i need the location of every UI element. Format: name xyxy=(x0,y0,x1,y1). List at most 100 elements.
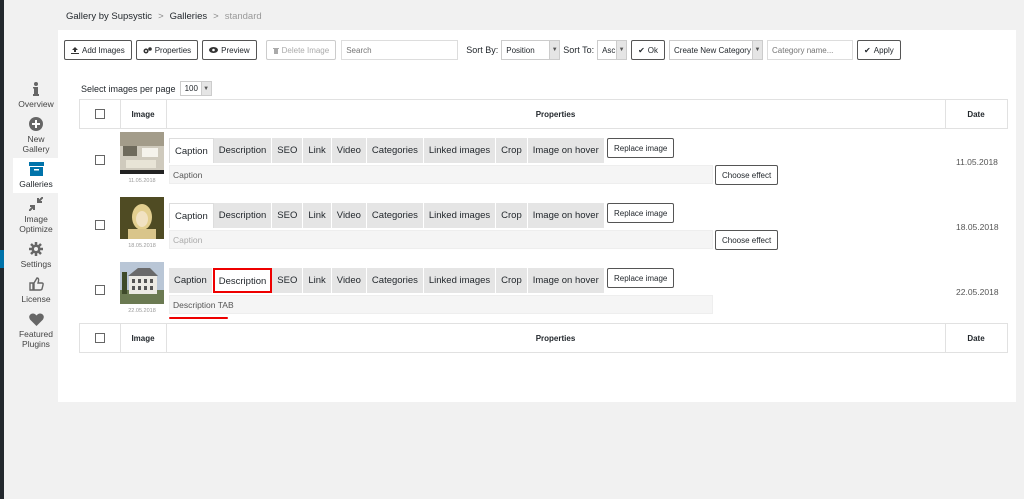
property-tabs: Caption Description SEO Link Video Categ… xyxy=(169,268,605,293)
check-icon: ✔ xyxy=(638,45,645,55)
info-icon xyxy=(28,81,44,97)
tab-image-on-hover[interactable]: Image on hover xyxy=(528,268,605,293)
sidebar-item-image-optimize[interactable]: Image Optimize xyxy=(13,193,59,238)
properties-label: Properties xyxy=(154,45,192,55)
image-thumbnail[interactable] xyxy=(120,197,164,239)
add-images-button[interactable]: Add Images xyxy=(64,40,132,60)
ok-label: Ok xyxy=(647,45,659,55)
thumbnail-date: 18.05.2018 xyxy=(128,243,156,249)
check-icon: ✔ xyxy=(864,45,871,55)
tab-crop[interactable]: Crop xyxy=(496,138,528,163)
apply-button[interactable]: ✔ Apply xyxy=(857,40,901,60)
row-date: 18.05.2018 xyxy=(956,222,999,232)
tab-categories[interactable]: Categories xyxy=(367,138,424,163)
search-input[interactable] xyxy=(341,40,459,60)
upload-icon xyxy=(71,46,79,54)
tab-linked-images[interactable]: Linked images xyxy=(424,203,497,228)
menu-indicator xyxy=(0,250,4,268)
choose-effect-button[interactable]: Choose effect xyxy=(715,230,779,250)
sidebar-item-featured-plugins[interactable]: Featured Plugins xyxy=(13,308,59,353)
table-header: Image Properties Date xyxy=(79,99,1008,129)
tab-description[interactable]: Description xyxy=(214,138,273,163)
tab-image-on-hover[interactable]: Image on hover xyxy=(528,203,605,228)
select-all-checkbox[interactable] xyxy=(95,109,105,119)
tab-categories[interactable]: Categories xyxy=(367,268,424,293)
highlight-underline xyxy=(169,317,228,319)
table-row: 22.05.2018 Caption Description SEO Link … xyxy=(79,261,1008,325)
properties-button[interactable]: Properties xyxy=(135,40,199,60)
sidebar-item-license[interactable]: License xyxy=(13,273,59,308)
chevron-down-icon: ▼ xyxy=(616,41,627,59)
image-thumbnail[interactable] xyxy=(120,132,164,174)
sort-to-label: Sort To: xyxy=(563,45,595,55)
sort-by-value: Position xyxy=(506,45,535,55)
tab-video[interactable]: Video xyxy=(332,138,367,163)
replace-image-button[interactable]: Replace image xyxy=(607,268,675,288)
sidebar-item-galleries[interactable]: Galleries xyxy=(13,158,59,193)
category-name-input[interactable] xyxy=(767,40,854,60)
table-row: 18.05.2018 Caption Description SEO Link … xyxy=(79,196,1008,260)
replace-image-button[interactable]: Replace image xyxy=(607,203,675,223)
tab-link[interactable]: Link xyxy=(303,138,332,163)
plugin-sidebar: Overview New Gallery Galleries Image Opt… xyxy=(13,78,59,353)
sidebar-item-new-gallery[interactable]: New Gallery xyxy=(13,113,59,158)
admin-bar-edge xyxy=(0,0,4,499)
tab-crop[interactable]: Crop xyxy=(496,268,528,293)
column-footer-image: Image xyxy=(131,333,155,343)
category-select[interactable]: Create New Category ▼ xyxy=(669,40,764,60)
row-date: 11.05.2018 xyxy=(956,157,998,167)
tab-video[interactable]: Video xyxy=(332,203,367,228)
sort-to-value: Asc xyxy=(602,45,616,55)
tab-seo[interactable]: SEO xyxy=(272,138,304,163)
tab-video[interactable]: Video xyxy=(332,268,367,293)
sort-by-label: Sort By: xyxy=(466,45,499,55)
gear-icon xyxy=(28,241,44,257)
breadcrumb-root[interactable]: Gallery by Supsystic xyxy=(66,11,152,22)
chevron-down-icon: ▼ xyxy=(752,41,763,59)
sort-to-select[interactable]: Asc ▼ xyxy=(597,40,628,60)
image-thumbnail[interactable] xyxy=(120,262,164,304)
tab-seo[interactable]: SEO xyxy=(272,203,304,228)
row-checkbox[interactable] xyxy=(95,155,105,165)
select-all-checkbox[interactable] xyxy=(95,333,105,343)
tab-image-on-hover[interactable]: Image on hover xyxy=(528,138,605,163)
row-checkbox[interactable] xyxy=(95,285,105,295)
tab-link[interactable]: Link xyxy=(303,268,332,293)
breadcrumb-section[interactable]: Galleries xyxy=(170,11,208,22)
preview-button[interactable]: Preview xyxy=(202,40,257,60)
thumbnail-date: 11.05.2018 xyxy=(128,178,156,184)
caption-field[interactable]: Caption xyxy=(169,165,713,184)
breadcrumb-separator: > xyxy=(213,11,219,22)
heart-icon xyxy=(28,311,44,327)
tab-link[interactable]: Link xyxy=(303,203,332,228)
caption-field[interactable]: Caption xyxy=(169,230,713,249)
tab-categories[interactable]: Categories xyxy=(367,203,424,228)
tab-caption[interactable]: Caption xyxy=(169,138,214,163)
row-checkbox[interactable] xyxy=(95,220,105,230)
choose-effect-button[interactable]: Choose effect xyxy=(715,165,779,185)
apply-label: Apply xyxy=(873,45,894,55)
table-footer: Image Properties Date xyxy=(79,323,1008,353)
tab-description[interactable]: Description xyxy=(214,203,273,228)
ok-button[interactable]: ✔ Ok xyxy=(631,40,666,60)
sidebar-item-overview[interactable]: Overview xyxy=(13,78,59,113)
sort-by-select[interactable]: Position ▼ xyxy=(501,40,561,60)
gallery-panel: Add Images Properties Preview Delete Ima… xyxy=(58,30,1016,402)
delete-image-button[interactable]: Delete Image xyxy=(265,40,337,60)
tab-crop[interactable]: Crop xyxy=(496,203,528,228)
property-tabs: Caption Description SEO Link Video Categ… xyxy=(169,138,605,163)
replace-image-button[interactable]: Replace image xyxy=(607,138,675,158)
tab-linked-images[interactable]: Linked images xyxy=(424,268,497,293)
sidebar-item-label: Featured Plugins xyxy=(18,329,54,349)
tab-caption[interactable]: Caption xyxy=(169,203,214,228)
tab-linked-images[interactable]: Linked images xyxy=(424,138,497,163)
sidebar-item-settings[interactable]: Settings xyxy=(13,238,59,273)
description-field[interactable]: Description TAB xyxy=(169,295,713,314)
add-images-label: Add Images xyxy=(82,45,125,55)
tab-seo[interactable]: SEO xyxy=(272,268,304,293)
tab-caption[interactable]: Caption xyxy=(169,268,213,293)
tab-description[interactable]: Description xyxy=(212,268,273,293)
delete-image-label: Delete Image xyxy=(281,45,330,55)
per-page-select[interactable]: 100 ▼ xyxy=(179,81,212,96)
archive-box-icon xyxy=(28,161,44,177)
